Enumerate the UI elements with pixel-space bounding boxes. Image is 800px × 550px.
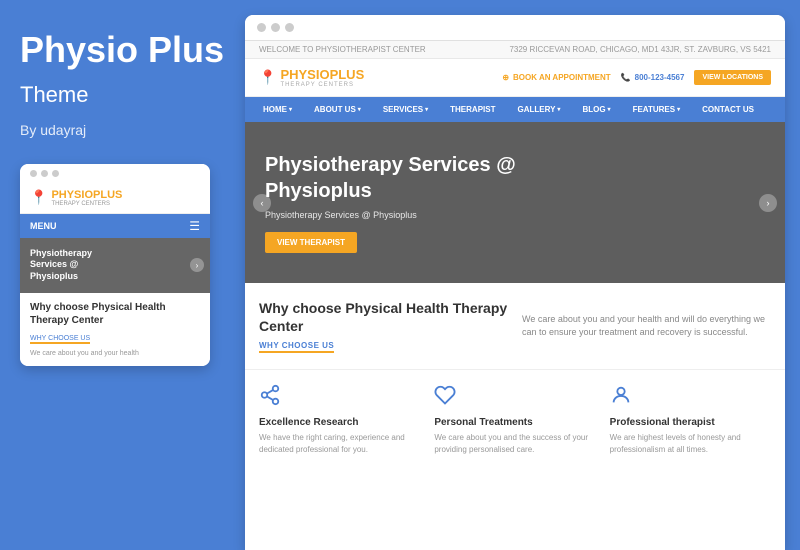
hero-section: ‹ Physiotherapy Services @ Physioplus Ph… [245,122,785,283]
excellence-text: We have the right caring, experience and… [259,432,420,454]
mobile-body-text: We care about you and your health [30,349,200,358]
hero-cta-button[interactable]: VIEW THERAPIST [265,232,357,253]
appointment-btn[interactable]: ⊕ BOOK AN APPOINTMENT [502,73,610,82]
mobile-logo-physio: PHYSIO [51,189,93,201]
why-section: Why choose Physical Health Therapy Cente… [245,283,785,370]
mobile-logo-area: 📍 PHYSIOPLUS THERAPY CENTERS [20,183,210,214]
mobile-dot-3 [52,170,59,177]
heart-icon [434,384,595,411]
browser-dot-1 [257,23,266,32]
mobile-hero-arrow[interactable]: › [190,258,204,272]
logo-name: PHYSIOPLUS [280,67,364,82]
browser-dot-2 [271,23,280,32]
logo-pin-icon: 📍 [259,69,276,86]
logo-physio: PHYSIO [280,67,329,82]
site-nav: HOME ▾ ABOUT US ▾ SERVICES ▾ THERAPIST G… [245,97,785,122]
site-logo: 📍 PHYSIOPLUS THERAPY CENTERS [259,67,364,88]
theme-subtitle: Theme [20,82,225,108]
logo-tagline: THERAPY CENTERS [280,82,364,88]
nav-features-arrow: ▾ [677,106,680,113]
treatments-title: Personal Treatments [434,417,595,428]
browser-dot-3 [285,23,294,32]
appointment-icon: ⊕ [502,73,509,82]
feature-treatments: Personal Treatments We care about you an… [434,384,595,454]
nav-gallery[interactable]: GALLERY ▾ [513,97,564,122]
hero-prev-button[interactable]: ‹ [253,194,271,212]
appointment-label: BOOK AN APPOINTMENT [513,73,611,82]
hamburger-icon[interactable]: ☰ [189,219,200,233]
phone-icon: 📞 [621,73,631,82]
view-locations-button[interactable]: VIEW LOCATIONS [694,70,771,85]
mobile-dot-2 [41,170,48,177]
site-header: 📍 PHYSIOPLUS THERAPY CENTERS ⊕ BOOK AN A… [245,59,785,97]
therapist-text: We are highest levels of honesty and pro… [610,432,771,454]
desktop-content: WELCOME TO PHYSIOTHERAPIST CENTER 7329 R… [245,41,785,550]
share-icon [259,384,420,411]
theme-title: Physio Plus [20,30,225,70]
phone-number: 800-123-4567 [635,73,685,82]
mobile-why-link[interactable]: WHY CHOOSE US [30,335,90,344]
mobile-content: Why choose Physical Health Therapy Cente… [20,293,210,366]
nav-blog[interactable]: BLOG ▾ [578,97,614,122]
excellence-title: Excellence Research [259,417,420,428]
mobile-why-title: Why choose Physical Health Therapy Cente… [30,301,200,327]
therapist-title: Professional therapist [610,417,771,428]
feature-therapist: Professional therapist We are highest le… [610,384,771,454]
info-address: 7329 RICCEVAN ROAD, CHICAGO, MD1 43JR, S… [509,45,771,54]
why-left: Why choose Physical Health Therapy Cente… [259,299,508,353]
nav-contact[interactable]: CONTACT US [698,97,758,122]
info-welcome: WELCOME TO PHYSIOTHERAPIST CENTER [259,45,426,54]
nav-home-arrow: ▾ [289,106,292,113]
mobile-logo-plus: PLUS [93,189,122,201]
nav-blog-arrow: ▾ [608,106,611,113]
header-actions: ⊕ BOOK AN APPOINTMENT 📞 800-123-4567 VIE… [502,70,771,85]
right-panel: WELCOME TO PHYSIOTHERAPIST CENTER 7329 R… [245,15,785,550]
hero-title: Physiotherapy Services @ Physioplus [265,152,565,204]
theme-author: By udayraj [20,122,225,138]
hero-next-button[interactable]: › [759,194,777,212]
nav-home[interactable]: HOME ▾ [259,97,296,122]
nav-gallery-arrow: ▾ [557,106,560,113]
feature-excellence: Excellence Research We have the right ca… [259,384,420,454]
person-icon [610,384,771,411]
nav-about[interactable]: ABOUT US ▾ [310,97,365,122]
mobile-pin-icon: 📍 [30,189,47,206]
why-title: Why choose Physical Health Therapy Cente… [259,299,508,335]
mobile-dot-1 [30,170,37,177]
why-link[interactable]: WHY CHOOSE US [259,341,334,353]
nav-services-arrow: ▾ [425,106,428,113]
mobile-logo-tagline: THERAPY CENTERS [51,201,122,207]
features-row: Excellence Research We have the right ca… [245,370,785,468]
nav-about-arrow: ▾ [358,106,361,113]
logo-plus: PLUS [330,67,365,82]
mobile-hero-text: PhysiotherapyServices @Physioplus [30,248,92,283]
mobile-menu-label: MENU [30,221,57,231]
nav-therapist[interactable]: THERAPIST [446,97,499,122]
why-desc: We care about you and your health and wi… [522,299,771,353]
phone-info: 📞 800-123-4567 [621,73,685,82]
mobile-menu-bar: MENU ☰ [20,214,210,238]
nav-services[interactable]: SERVICES ▾ [379,97,432,122]
browser-bar [245,15,785,41]
mobile-hero: PhysiotherapyServices @Physioplus › [20,238,210,293]
mobile-top-bar [20,164,210,183]
treatments-text: We care about you and the success of you… [434,432,595,454]
nav-features[interactable]: FEATURES ▾ [629,97,685,122]
info-bar: WELCOME TO PHYSIOTHERAPIST CENTER 7329 R… [245,41,785,59]
mobile-mockup: 📍 PHYSIOPLUS THERAPY CENTERS MENU ☰ Phys… [20,164,210,366]
mobile-logo-text: PHYSIOPLUS [51,189,122,201]
hero-subtitle: Physiotherapy Services @ Physioplus [265,210,765,220]
left-panel: Physio Plus Theme By udayraj 📍 PHYSIOPLU… [0,0,245,550]
